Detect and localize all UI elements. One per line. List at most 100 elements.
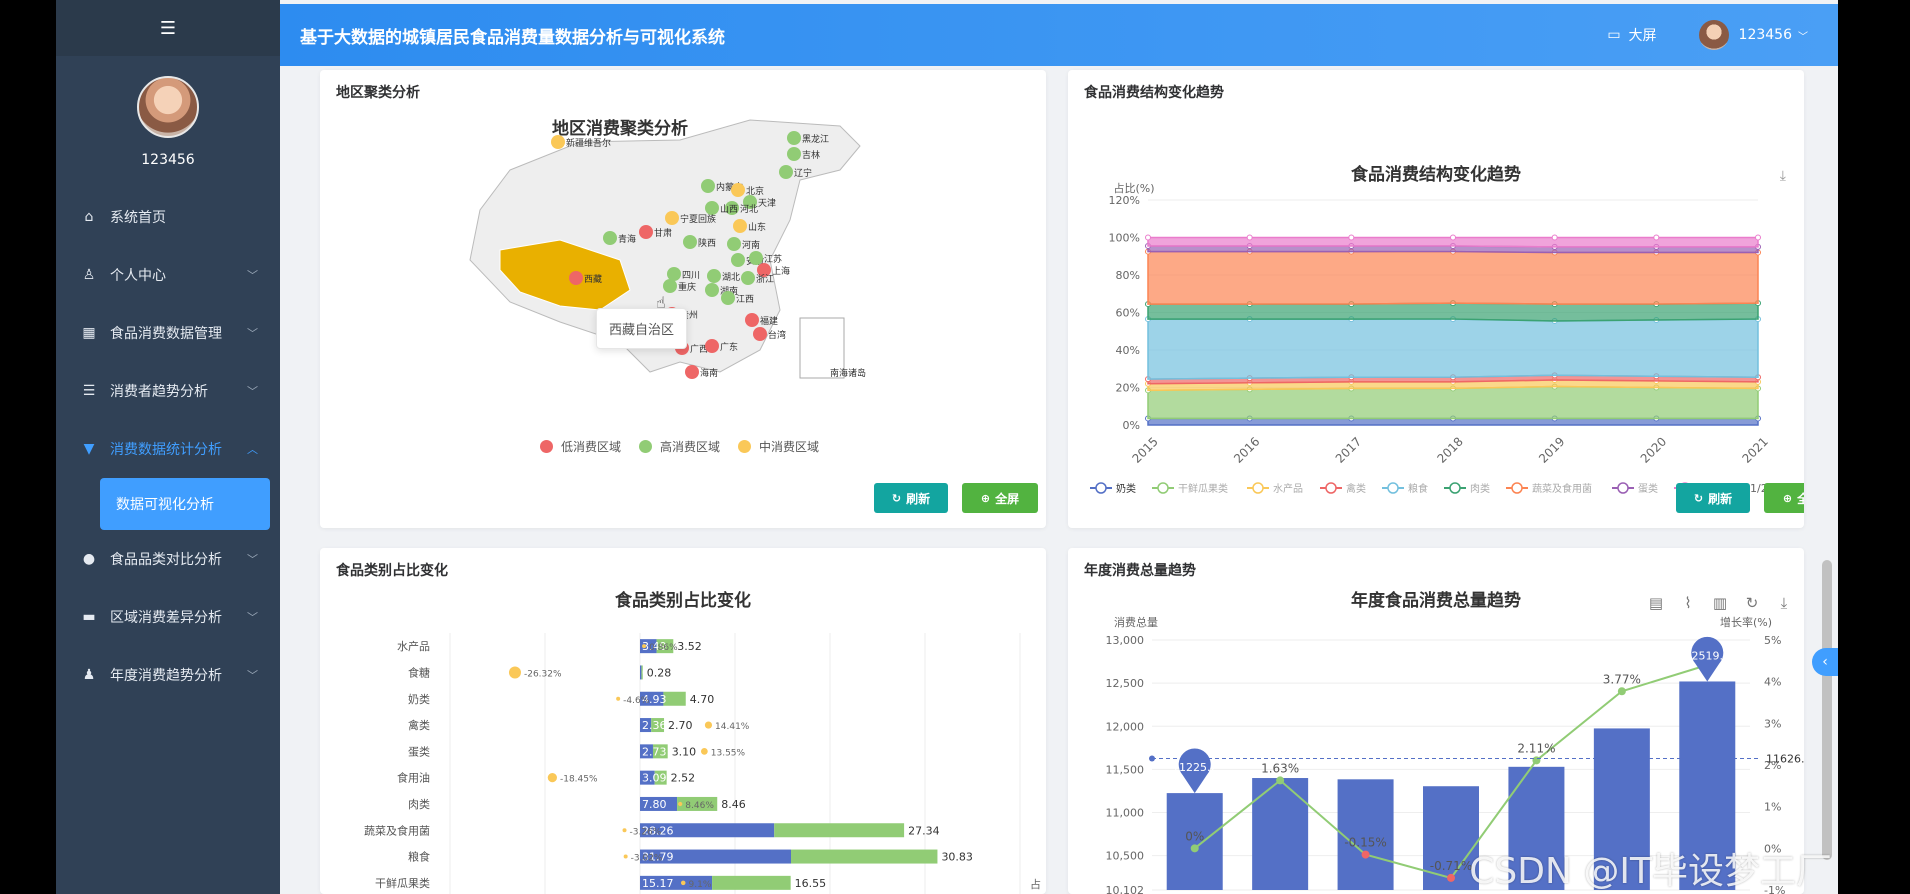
sidebar-item-profile[interactable]: ♙ 个人中心 ﹀ — [56, 246, 280, 304]
refresh-button[interactable]: ↻ 刷新 — [1676, 483, 1750, 513]
change-point[interactable] — [680, 880, 686, 886]
sidebar-item-statistics[interactable]: ▼ 消费数据统计分析 ︿ — [56, 420, 280, 478]
change-point[interactable] — [547, 773, 557, 783]
sidebar-item-annual-trend[interactable]: ♟ 年度消费趋势分析 ﹀ — [56, 646, 280, 704]
map-point[interactable] — [705, 283, 719, 297]
map-point[interactable] — [787, 147, 801, 161]
map-point[interactable] — [705, 339, 719, 353]
structure-area-chart[interactable]: 食品消费结构变化趋势 ⤓ 占比(%) 0% 20% 40% 60% 80% 100% 120% 20… — [1068, 100, 1804, 500]
scrollbar[interactable] — [1822, 560, 1832, 860]
y-tick-label: 蔬菜及食用菌 — [364, 823, 430, 837]
sidebar-item-region-diff[interactable]: ▬ 区域消费差异分析 ﹀ — [56, 588, 280, 646]
sidebar-subitem-visualization[interactable]: 数据可视化分析 — [100, 478, 270, 530]
change-point[interactable] — [508, 666, 521, 679]
collapse-panel-button[interactable]: ‹ — [1812, 648, 1838, 676]
sidebar-item-consumer-trend[interactable]: ☰ 消费者趋势分析 ﹀ — [56, 362, 280, 420]
sidebar-item-home[interactable]: ⌂ 系统首页 — [56, 188, 280, 246]
bigscreen-link[interactable]: 大屏 — [1629, 25, 1657, 45]
map-point[interactable] — [665, 211, 679, 225]
map-point[interactable] — [569, 271, 583, 285]
header-avatar[interactable] — [1698, 20, 1729, 50]
map-point[interactable] — [731, 183, 745, 197]
map-point[interactable] — [639, 225, 653, 239]
map-point[interactable] — [685, 365, 699, 379]
x-tick-label: 2015 — [1129, 434, 1160, 465]
map-point[interactable] — [749, 251, 763, 265]
chevron-down-icon: ﹀ — [247, 385, 258, 398]
legend-marker[interactable] — [1617, 482, 1629, 494]
area-point[interactable] — [1653, 234, 1660, 241]
refresh-button[interactable]: ↻ 刷新 — [874, 483, 948, 513]
map-point[interactable] — [683, 235, 697, 249]
legend-marker[interactable] — [1449, 482, 1461, 494]
change-point[interactable] — [704, 721, 713, 729]
legend-marker[interactable] — [1325, 482, 1337, 494]
growth-point[interactable] — [1617, 687, 1626, 696]
legend-marker[interactable] — [1511, 482, 1523, 494]
bar-2021[interactable] — [774, 823, 905, 838]
area-point[interactable] — [1145, 234, 1151, 241]
growth-point[interactable] — [1190, 844, 1199, 853]
area-point[interactable] — [1551, 234, 1558, 241]
fullscreen-button[interactable]: ⊕全屏 — [1764, 483, 1804, 513]
ratio-bar-chart[interactable]: 食品类别占比变化-40%-20%0%20%40%60%80%占干鲜瓜果类15.1… — [320, 578, 1046, 894]
change-label: 14.41% — [715, 722, 750, 732]
map-point[interactable] — [721, 291, 735, 305]
area-series[interactable] — [1147, 250, 1759, 305]
header-username[interactable]: 123456 — [1739, 27, 1792, 43]
sidebar-item-label: 消费数据统计分析 — [110, 442, 222, 458]
legend-marker[interactable] — [1095, 482, 1107, 494]
legend-item[interactable]: 低消费区域 — [540, 438, 621, 455]
map-point[interactable] — [753, 327, 767, 341]
area-point[interactable] — [1246, 234, 1253, 241]
legend-item[interactable]: 高消费区域 — [639, 438, 720, 455]
pin-label: 12519.3 — [1685, 649, 1731, 662]
map-point[interactable] — [707, 269, 721, 283]
map-point[interactable] — [705, 201, 719, 215]
map-region-label: 湖北 — [722, 272, 740, 283]
legend-marker[interactable] — [1252, 482, 1264, 494]
map-point[interactable] — [603, 231, 617, 245]
data-label: 2.73 — [642, 745, 667, 758]
legend-item[interactable]: 中消费区域 — [738, 438, 819, 455]
change-point[interactable] — [616, 696, 621, 701]
sidebar-item-food-data[interactable]: ▦ 食品消费数据管理 ﹀ — [56, 304, 280, 362]
card-title: 食品类别占比变化 — [336, 563, 448, 579]
map-point[interactable] — [733, 219, 747, 233]
monitor-icon[interactable]: ▭ — [1607, 27, 1620, 43]
map-point[interactable] — [701, 179, 715, 193]
area-point[interactable] — [1348, 234, 1355, 241]
chevron-down-icon[interactable]: ﹀ — [1798, 28, 1808, 43]
growth-point[interactable] — [1276, 776, 1285, 785]
area-series[interactable] — [1147, 318, 1759, 380]
y-tick-label: 10,500 — [1106, 850, 1145, 863]
growth-point[interactable] — [1361, 850, 1370, 859]
bar-2021[interactable] — [663, 691, 686, 706]
legend-marker[interactable] — [1157, 482, 1169, 494]
map-point[interactable] — [745, 313, 759, 327]
change-point[interactable] — [623, 854, 628, 859]
map-point[interactable] — [787, 131, 801, 145]
growth-point[interactable] — [1447, 873, 1455, 882]
map-point[interactable] — [731, 253, 745, 267]
area-point[interactable] — [1450, 234, 1456, 241]
sidebar-toggle[interactable]: ☰ — [56, 0, 280, 56]
map-point[interactable] — [727, 237, 741, 251]
map-point[interactable] — [667, 267, 681, 281]
bar-2021[interactable] — [712, 875, 791, 890]
map-point[interactable] — [779, 165, 793, 179]
change-point[interactable] — [642, 644, 647, 649]
growth-point[interactable] — [1532, 756, 1541, 765]
bar-2021[interactable] — [791, 849, 938, 864]
map-point[interactable] — [741, 271, 755, 285]
sidebar-item-category-compare[interactable]: ● 食品品类对比分析 ﹀ — [56, 530, 280, 588]
fullscreen-button[interactable]: ⊕全屏 — [962, 483, 1038, 513]
change-point[interactable] — [700, 747, 708, 755]
map-point[interactable] — [663, 279, 677, 293]
area-point[interactable] — [1755, 234, 1761, 241]
menu-icon[interactable]: ☰ — [160, 18, 176, 39]
change-point[interactable] — [678, 801, 683, 807]
legend-marker[interactable] — [1387, 482, 1399, 494]
change-point[interactable] — [622, 828, 627, 833]
map-region-label: 甘肃 — [654, 227, 672, 239]
